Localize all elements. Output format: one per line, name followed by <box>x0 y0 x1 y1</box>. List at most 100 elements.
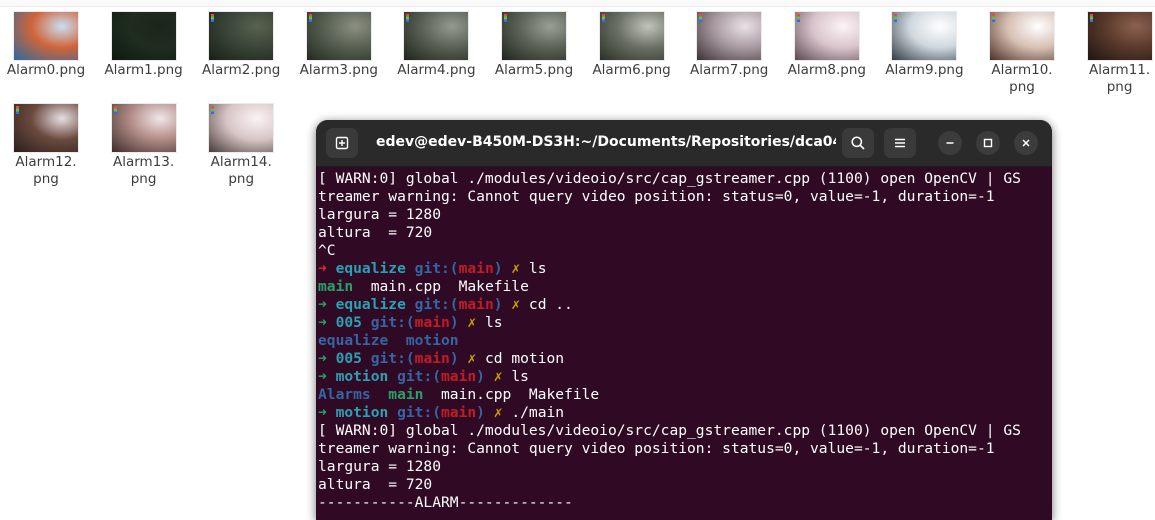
terminal-line: ➜ 005 git:(main) ✗ ls <box>318 314 1052 332</box>
file-manager-toolbar-edge <box>0 0 1155 7</box>
timestamp-marker <box>1089 14 1093 22</box>
terminal-text: ./main <box>502 404 565 421</box>
terminal-text: equalize <box>335 296 406 313</box>
timestamp-marker <box>992 14 995 22</box>
timestamp-marker <box>894 14 898 22</box>
terminal-text: -----------ALARM------------- <box>318 494 573 511</box>
file-item[interactable]: Alarm6.png <box>584 12 680 79</box>
file-item[interactable]: Alarm0.png <box>0 12 94 79</box>
search-button[interactable] <box>842 128 874 158</box>
timestamp-marker <box>796 14 800 22</box>
terminal-line: [ WARN:0] global ./modules/videoio/src/c… <box>318 422 1052 440</box>
menu-button[interactable] <box>884 128 916 158</box>
terminal-text: main.cpp Makefile <box>423 386 600 403</box>
file-item[interactable]: Alarm4.png <box>388 12 484 79</box>
timestamp-marker <box>113 106 117 114</box>
file-item[interactable]: Alarm11. png <box>1072 12 1155 96</box>
terminal-text: ✗ <box>467 350 477 367</box>
terminal-text: main <box>318 278 354 295</box>
terminal-text: git:( <box>405 296 459 313</box>
terminal-text: ls <box>476 314 503 331</box>
terminal-line: ^C <box>318 242 1052 260</box>
terminal-text: git:( <box>388 368 442 385</box>
terminal-text: ^C <box>318 242 336 259</box>
file-item[interactable]: Alarm1.png <box>96 12 192 79</box>
file-item[interactable]: Alarm12. png <box>0 104 94 188</box>
file-name: Alarm5.png <box>494 62 574 78</box>
image-thumbnail <box>209 104 274 152</box>
file-name: Alarm3.png <box>299 62 378 78</box>
terminal-line: altura = 720 <box>318 476 1052 494</box>
terminal-text: ➜ <box>318 296 336 313</box>
minimize-button[interactable] <box>938 131 962 155</box>
file-name: Alarm12. png <box>15 154 77 187</box>
image-thumbnail <box>697 12 762 60</box>
image-thumbnail <box>306 12 371 60</box>
file-item[interactable]: Alarm2.png <box>193 12 289 79</box>
terminal-text: ) <box>449 350 468 367</box>
image-thumbnail <box>404 12 469 60</box>
file-item[interactable]: Alarm9.png <box>876 12 972 79</box>
image-thumbnail <box>14 104 78 152</box>
image-thumbnail <box>1087 12 1152 60</box>
terminal-text: ➜ <box>318 368 336 385</box>
terminal-text: ) <box>493 296 512 313</box>
terminal-text: git:( <box>405 260 459 277</box>
terminal-line: ➜ equalize git:(main) ✗ cd .. <box>318 296 1052 314</box>
image-thumbnail <box>502 12 566 60</box>
terminal-text: git:( <box>361 350 415 367</box>
image-thumbnail <box>599 12 664 60</box>
file-name: Alarm7.png <box>690 62 769 78</box>
terminal-text: [ WARN:0] global ./modules/videoio/src/c… <box>318 422 1021 439</box>
file-name: Alarm9.png <box>885 62 964 78</box>
terminal-titlebar[interactable]: edev@edev-B450M-DS3H:~/Documents/Reposit… <box>316 120 1052 167</box>
file-name: Alarm0.png <box>6 62 86 78</box>
maximize-button[interactable] <box>976 131 1000 155</box>
minimize-icon <box>946 142 954 144</box>
file-name: Alarm14. png <box>210 154 272 187</box>
terminal-text: git:( <box>388 404 442 421</box>
timestamp-marker <box>699 14 703 22</box>
file-item[interactable]: Alarm3.png <box>291 12 387 79</box>
terminal-text: ✗ <box>511 260 521 277</box>
terminal-line: largura = 1280 <box>318 458 1052 476</box>
terminal-text: altura = 720 <box>318 476 433 493</box>
terminal-line: ➜ motion git:(main) ✗ ./main <box>318 404 1052 422</box>
file-item[interactable]: Alarm5.png <box>486 12 582 79</box>
file-item[interactable]: Alarm14. png <box>193 104 289 188</box>
maximize-icon <box>983 138 993 148</box>
timestamp-marker <box>211 14 215 22</box>
terminal-line: equalize motion <box>318 332 1052 350</box>
new-tab-button[interactable] <box>326 128 358 158</box>
close-icon <box>1022 139 1030 147</box>
timestamp-marker <box>504 14 507 22</box>
terminal-text: ➜ <box>318 350 336 367</box>
file-item[interactable]: Alarm13. png <box>96 104 192 188</box>
terminal-text: largura = 1280 <box>318 458 442 475</box>
file-name: Alarm1.png <box>104 62 183 78</box>
terminal-text: main <box>414 314 450 331</box>
terminal-text: ✗ <box>467 314 477 331</box>
terminal-text: treamer warning: Cannot query video posi… <box>318 188 995 205</box>
terminal-text: altura = 720 <box>318 224 433 241</box>
terminal-text: ✗ <box>511 296 521 313</box>
terminal-line: -----------ALARM------------- <box>318 494 1052 512</box>
image-thumbnail <box>111 12 176 60</box>
close-button[interactable] <box>1014 131 1038 155</box>
terminal-line: largura = 1280 <box>318 206 1052 224</box>
file-name: Alarm4.png <box>397 62 476 78</box>
terminal-text: ls <box>502 368 529 385</box>
file-name: Alarm8.png <box>787 62 866 78</box>
file-item[interactable]: Alarm10. png <box>974 12 1070 96</box>
terminal-output[interactable]: [ WARN:0] global ./modules/videoio/src/c… <box>318 170 1052 512</box>
terminal-text: equalize motion <box>318 332 459 349</box>
file-item[interactable]: Alarm7.png <box>681 12 777 79</box>
terminal-window[interactable]: edev@edev-B450M-DS3H:~/Documents/Reposit… <box>316 120 1052 520</box>
terminal-text: ➜ <box>318 404 336 421</box>
file-item[interactable]: Alarm8.png <box>779 12 875 79</box>
terminal-text: largura = 1280 <box>318 206 442 223</box>
terminal-text: ls <box>520 260 547 277</box>
terminal-text: main <box>388 386 424 403</box>
image-thumbnail <box>14 12 78 60</box>
